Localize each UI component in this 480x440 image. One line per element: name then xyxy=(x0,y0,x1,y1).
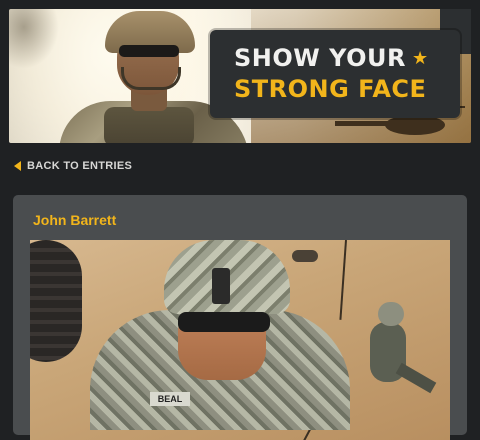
goggles xyxy=(178,312,270,332)
rappelling-head xyxy=(378,302,404,326)
headline-line1-text: SHOW YOUR xyxy=(234,44,406,72)
headline-callout: SHOW YOUR ★ STRONG FACE xyxy=(210,30,460,118)
soldier-sunglasses xyxy=(119,45,179,57)
brush-foliage xyxy=(9,9,59,69)
entry-card: John Barrett BEAL xyxy=(13,195,467,440)
uniform-nametag: BEAL xyxy=(150,392,190,406)
night-vision-mount xyxy=(212,268,230,304)
tire-graphic xyxy=(30,240,82,362)
entry-photo[interactable]: BEAL xyxy=(30,240,450,440)
star-icon: ★ xyxy=(412,48,429,69)
back-to-entries-link[interactable]: BACK TO ENTRIES xyxy=(14,160,132,172)
helmet-strap xyxy=(121,67,181,90)
entry-soldier-figure: BEAL xyxy=(90,240,350,440)
headline-line1: SHOW YOUR ★ xyxy=(234,44,429,72)
back-to-entries-label: BACK TO ENTRIES xyxy=(27,160,133,172)
headline-line2: STRONG FACE xyxy=(234,75,427,103)
rappelling-leg xyxy=(395,362,437,394)
soldier-vest xyxy=(104,107,194,143)
rappelling-soldier xyxy=(360,302,437,402)
entry-name: John Barrett xyxy=(33,212,117,228)
arrow-left-icon xyxy=(14,161,21,171)
rope-line xyxy=(339,240,347,320)
